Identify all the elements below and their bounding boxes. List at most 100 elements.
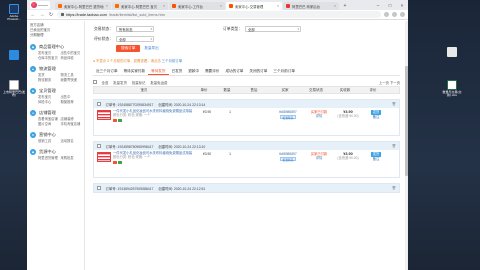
sidebar-section-head[interactable]: ◆ 货源中心: [30, 148, 81, 156]
page-content: 官方店铺 已卖出的宝贝 分期管理 ◆ 商品管理中心 发布宝贝 出售中的宝贝 仓库中的宝…: [27, 21, 408, 270]
extension-icon[interactable]: [384, 12, 389, 17]
review-status-select[interactable]: 全部 ▾: [116, 36, 154, 42]
tab-shipped[interactable]: 已发货: [169, 68, 186, 75]
browser-window: 卖家中心-阿里巴巴 退货地址 × 卖家中心-阿里巴巴 宝贝 × 卖家中心-工作台 × …: [27, 0, 408, 270]
tab-success[interactable]: 成功的订单: [222, 68, 246, 75]
batch-ship-button[interactable]: 批量发货: [113, 80, 127, 85]
order-detail-link[interactable]: 详情: [305, 114, 333, 118]
sidebar-item[interactable]: 手机淘宝店铺: [61, 122, 82, 127]
product-thumbnail[interactable]: [97, 152, 111, 162]
browser-tab[interactable]: 阿里巴巴 商家后台 ×: [283, 2, 339, 10]
delete-icon[interactable]: 🗑: [392, 144, 396, 148]
sidebar-section: ● 店铺管理 查看淘宝店铺 店铺装修 图片空间 手机淘宝店铺: [30, 109, 81, 127]
export-link[interactable]: 批量导出: [144, 45, 158, 52]
browser-tab[interactable]: 卖家中心-阿里巴巴 退货地址 ×: [55, 2, 111, 10]
tab-refunding[interactable]: 退款中: [185, 68, 202, 75]
close-icon[interactable]: ×: [220, 4, 222, 8]
service-badge-icon: [113, 160, 117, 164]
sidebar-item[interactable]: 采购批发: [61, 156, 82, 161]
tab-recent[interactable]: 近三个月订单: [93, 68, 121, 75]
reload-icon[interactable]: ↻: [48, 12, 54, 18]
delete-icon[interactable]: 🗑: [392, 186, 396, 190]
buyer-name-link[interactable]: tb88986897: [271, 110, 305, 114]
close-icon[interactable]: ×: [334, 4, 336, 8]
back-arrow-icon[interactable]: ←: [30, 12, 36, 18]
menu-icon[interactable]: [400, 12, 405, 17]
tab-strip: 卖家中心-阿里巴巴 退货地址 × 卖家中心-阿里巴巴 宝贝 × 卖家中心-工作台 × …: [27, 0, 408, 10]
scrollbar-thumb[interactable]: [405, 66, 408, 176]
sidebar-section-head[interactable]: ◆ 商品管理中心: [30, 43, 81, 51]
browser-tab-active[interactable]: 卖家中心-交易管理 ×: [226, 2, 282, 10]
minimize-button[interactable]: –: [372, 0, 384, 10]
desktop-icon-right-1[interactable]: [441, 47, 463, 58]
sidebar-item[interactable]: 橱窗推荐: [61, 100, 82, 105]
memo-link[interactable]: 备注: [363, 157, 389, 161]
desktop-icon-blank[interactable]: [3, 50, 25, 61]
memo-link[interactable]: 备注: [363, 115, 389, 119]
pager[interactable]: 上一页 下一页: [379, 80, 400, 85]
filter-row: 交易状态： 所有状态 ▾ 订单类型： 全部 ▾: [93, 25, 400, 33]
notice-link[interactable]: 三个月前订单: [162, 59, 182, 63]
goods-icon: ◆: [30, 43, 36, 50]
sidebar-item[interactable]: 我要寄快递: [61, 78, 82, 83]
select-all-checkbox[interactable]: [93, 80, 97, 84]
sidebar-item[interactable]: 商品体检: [61, 56, 82, 61]
tab-need-review[interactable]: 需要评价: [202, 68, 222, 75]
order-checkbox[interactable]: [97, 144, 101, 148]
order-checkbox[interactable]: [97, 102, 101, 106]
desktop-icon-excel[interactable]: 数量与交易(交换).xlsx: [441, 80, 463, 98]
operation-cell: 发货 备注: [363, 152, 389, 175]
tab-closed[interactable]: 关闭的订单: [246, 68, 270, 75]
browser-tab[interactable]: 卖家中心-工作台 ×: [169, 2, 225, 10]
chevron-down-icon: ▾: [150, 37, 152, 41]
sidebar-item[interactable]: 体检中心: [38, 100, 59, 105]
sidebar-link[interactable]: 分期管理: [30, 33, 81, 38]
sidebar-section: ▲ 物流管理 发货 物流工具 物流服务 我要寄快递: [30, 65, 81, 83]
desktop-icon-shortcut[interactable]: 上市阿里巴巴(发布): [3, 80, 25, 98]
order-created-time: 创建时间: 2020-10-24 22:12:51: [158, 186, 206, 191]
chat-with-buyer-button[interactable]: 和我联系: [280, 157, 296, 162]
order-type-select[interactable]: 全部 ▾: [245, 26, 301, 32]
sidebar-item[interactable]: 物流服务: [38, 78, 59, 83]
close-icon[interactable]: ×: [163, 4, 165, 8]
url-field[interactable]: https://trade.taobao.com/trade/itemlist/…: [57, 11, 381, 18]
sidebar-section-head[interactable]: ▲ 物流管理: [30, 65, 81, 73]
close-icon[interactable]: ×: [106, 4, 108, 8]
buyer-cell: tb88986897 和我联系: [271, 152, 305, 175]
sidebar-section-head[interactable]: ■ 宝贝管理: [30, 87, 81, 95]
sidebar-item[interactable]: 活动报名: [61, 139, 82, 144]
delete-icon[interactable]: 🗑: [392, 102, 396, 106]
sidebar-section-head[interactable]: ★ 营销中心: [30, 131, 81, 139]
order-detail-link[interactable]: 详情: [305, 156, 333, 160]
maximize-button[interactable]: □: [384, 0, 396, 10]
new-tab-button[interactable]: +: [342, 3, 348, 9]
search-orders-button[interactable]: 搜索订单: [116, 45, 141, 52]
product-thumbnail[interactable]: [97, 110, 111, 120]
page-scrollbar[interactable]: [405, 21, 408, 270]
profile-icon[interactable]: [392, 12, 397, 17]
chat-with-buyer-button[interactable]: 和我联系: [280, 115, 296, 120]
sidebar-section: ★ 营销中心 营销工具 活动报名: [30, 131, 81, 144]
batch-toolbar: 全选 批量发货 批量标记 批量免运费 上一页 下一页: [93, 78, 400, 86]
close-window-button[interactable]: ×: [396, 0, 408, 10]
sidebar-item[interactable]: 营销工具: [38, 139, 59, 144]
column-header: 售后: [250, 87, 258, 92]
status-select[interactable]: 所有状态 ▾: [116, 26, 154, 32]
order-header: 订单号: 1924598750955998417 创建时间: 2020-10-2…: [94, 142, 399, 150]
browser-tab[interactable]: 卖家中心-阿里巴巴 宝贝 ×: [112, 2, 168, 10]
desktop-icon-photoshop[interactable]: Adobe Photosh...: [3, 4, 25, 22]
batch-free-shipping-button[interactable]: 批量免运费: [150, 80, 167, 85]
order-checkbox[interactable]: [97, 186, 101, 190]
buyer-name-link[interactable]: tb88986897: [271, 152, 305, 156]
batch-memo-button[interactable]: 批量标记: [132, 80, 146, 85]
forward-arrow-icon[interactable]: →: [39, 12, 45, 18]
tab-awaiting-shipment[interactable]: 等待发货: [148, 68, 169, 75]
sidebar-item[interactable]: 图片空间: [38, 122, 59, 127]
sidebar-item[interactable]: 阿里进货管理: [38, 156, 59, 161]
tab-awaiting-payment[interactable]: 等待买家付款: [121, 68, 149, 75]
tab-older[interactable]: 三个月前订单: [270, 68, 298, 75]
sidebar-section-head[interactable]: ● 店铺管理: [30, 109, 81, 117]
order-card: 订单号: 1924588770295834917 创建时间: 2020-10-2…: [93, 99, 400, 136]
close-icon[interactable]: ×: [277, 4, 279, 8]
sidebar-item[interactable]: 仓库中的宝贝: [38, 56, 59, 61]
